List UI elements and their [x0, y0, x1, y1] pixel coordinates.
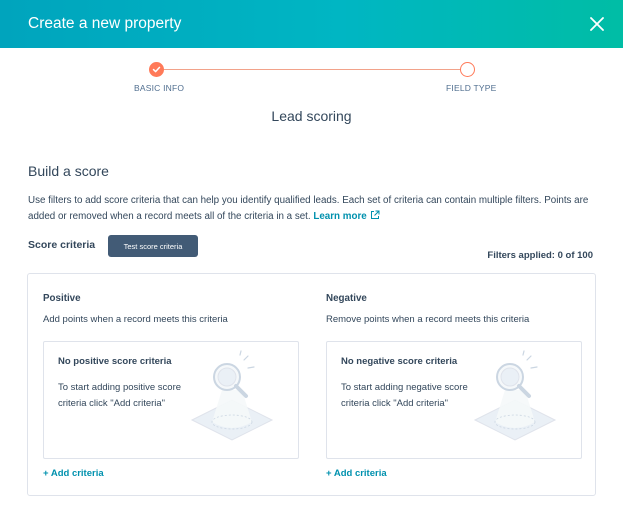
magnifying-glass-icon	[473, 350, 557, 441]
positive-title: Positive	[43, 293, 81, 304]
magnifying-glass-icon	[190, 350, 274, 441]
page-heading: Lead scoring	[271, 108, 352, 124]
learn-more-link[interactable]: Learn more	[313, 210, 380, 222]
positive-description: Add points when a record meets this crit…	[43, 314, 228, 325]
external-link-icon	[370, 210, 380, 219]
step-incomplete-icon	[460, 62, 475, 77]
positive-column: Positive Add points when a record meets …	[43, 274, 314, 495]
positive-empty-state: No positive score criteria To start addi…	[43, 341, 299, 459]
negative-description: Remove points when a record meets this c…	[326, 314, 530, 325]
step-label-field-type: FIELD TYPE	[446, 83, 497, 93]
score-criteria-label: Score criteria	[28, 239, 96, 251]
modal-header: Create a new property	[0, 0, 623, 48]
close-button[interactable]	[587, 14, 607, 34]
section-description: Use filters to add score criteria that c…	[28, 193, 600, 224]
add-positive-criteria-link[interactable]: + Add criteria	[43, 468, 104, 479]
positive-empty-body: To start adding positive score criteria …	[58, 382, 182, 409]
checkmark-icon	[152, 66, 161, 73]
learn-more-label: Learn more	[313, 210, 367, 222]
stepper-line	[156, 69, 468, 70]
progress-stepper: BASIC INFO FIELD TYPE	[0, 62, 623, 102]
negative-column: Negative Remove points when a record mee…	[326, 274, 582, 495]
negative-title: Negative	[326, 293, 367, 304]
step-label-basic-info: BASIC INFO	[134, 83, 185, 93]
negative-empty-state: No negative score criteria To start addi…	[326, 341, 582, 459]
test-score-criteria-button[interactable]: Test score criteria	[108, 235, 198, 257]
step-complete-icon	[149, 62, 164, 77]
negative-empty-title: No negative score criteria	[341, 356, 458, 367]
close-icon	[590, 17, 604, 31]
positive-empty-title: No positive score criteria	[58, 356, 172, 367]
negative-empty-body: To start adding negative score criteria …	[341, 382, 468, 409]
score-criteria-panel: Positive Add points when a record meets …	[27, 273, 596, 496]
section-title: Build a score	[28, 163, 109, 179]
add-negative-criteria-link[interactable]: + Add criteria	[326, 468, 387, 479]
description-text: Use filters to add score criteria that c…	[28, 195, 589, 222]
filters-applied-count: Filters applied: 0 of 100	[487, 250, 593, 261]
modal-title: Create a new property	[28, 15, 182, 32]
